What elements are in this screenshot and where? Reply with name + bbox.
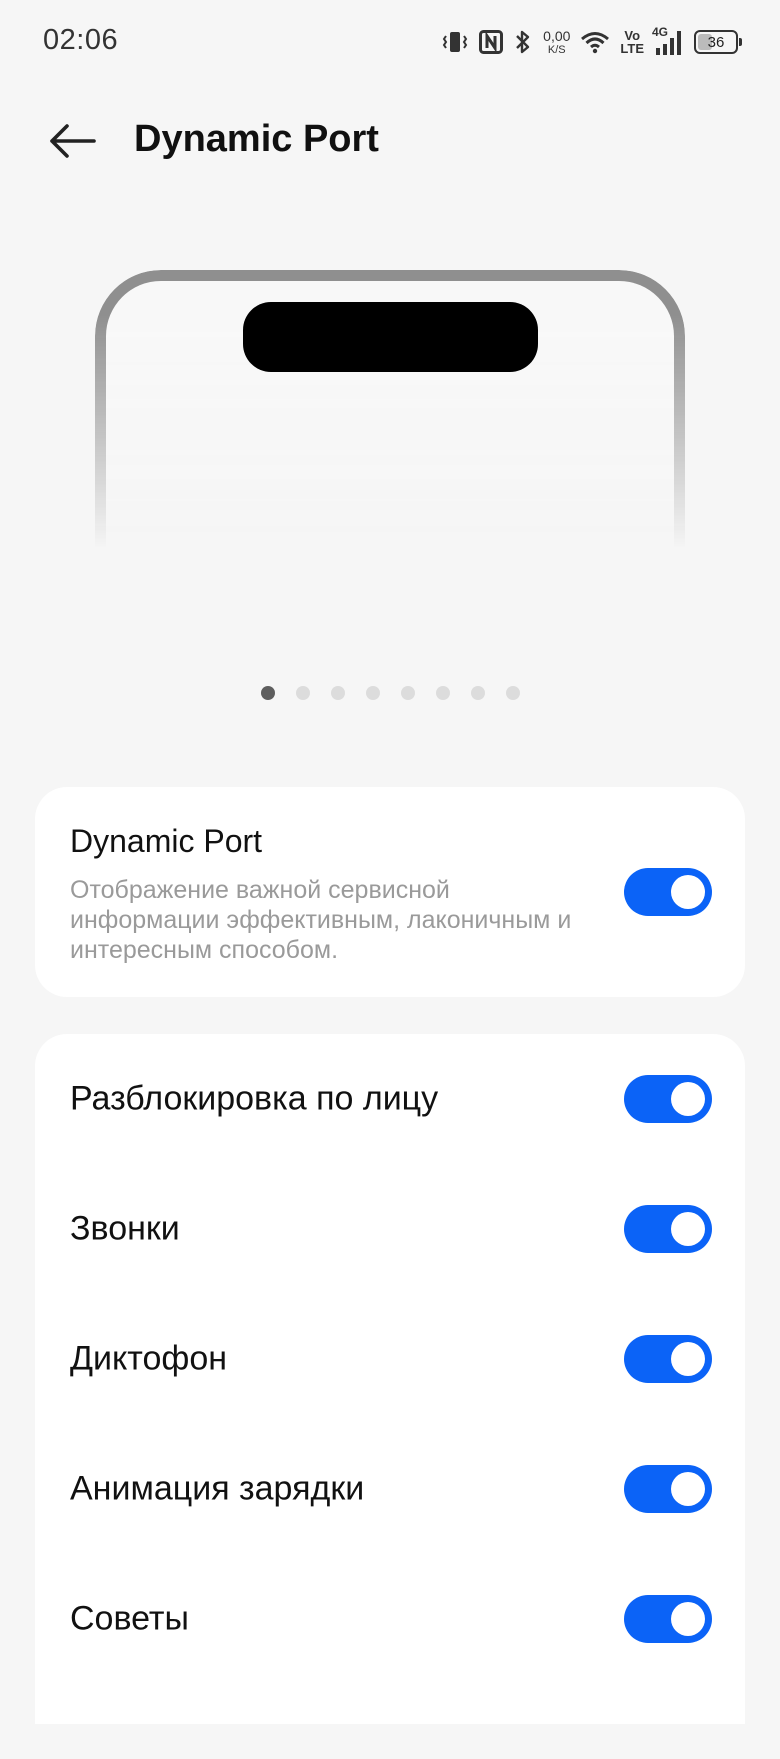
dynamic-port-description: Отображение важной сервисной информации … [70,876,572,964]
network-speed-unit: K/S [547,43,566,56]
setting-row-charging-animation[interactable]: Анимация зарядки [35,1424,745,1554]
arrow-left-icon [50,124,96,158]
wifi-icon [580,30,610,54]
volte-bottom: LTE [620,41,644,56]
page-dot-5[interactable] [400,686,415,700]
setting-label: Советы [70,1599,189,1638]
setting-row-tips[interactable]: Советы [35,1554,745,1684]
preview-page-indicator [0,686,780,700]
dynamic-port-toggle[interactable] [624,868,712,916]
network-type: 4G [652,25,669,39]
dynamic-port-card: Dynamic Port Отображение важной сервисно… [35,787,745,997]
setting-row-recorder[interactable]: Диктофон [35,1294,745,1424]
setting-label: Разблокировка по лицу [70,1079,439,1118]
network-speed-value: 0,00 [543,27,571,44]
dynamic-port-title: Dynamic Port [70,823,263,859]
page-dot-2[interactable] [295,686,310,700]
bluetooth-icon [513,29,533,55]
battery-level: 36 [707,33,725,51]
setting-row-face-unlock[interactable]: Разблокировка по лицу [35,1034,745,1164]
nfc-icon [479,30,504,54]
charging-animation-toggle[interactable] [624,1465,712,1513]
network-speed: 0,00 K/S [543,29,570,56]
header: Dynamic Port [0,96,780,186]
page-dot-6[interactable] [435,686,450,700]
page-dot-7[interactable] [470,686,485,700]
page-dot-3[interactable] [330,686,345,700]
battery-icon: 36 [694,30,742,54]
status-icons: 0,00 K/S Vo LTE 4G 36 [441,24,742,60]
status-bar: 02:06 0,00 K/S Vo LTE 4G 36 [0,0,780,84]
setting-row-calls[interactable]: Звонки [35,1164,745,1294]
page-dot-1[interactable] [260,686,275,700]
setting-label: Анимация зарядки [70,1469,365,1508]
recorder-toggle[interactable] [624,1335,712,1383]
tips-toggle[interactable] [624,1595,712,1643]
dynamic-port-pill [243,302,538,372]
settings-page: 02:06 0,00 K/S Vo LTE 4G 36 Dynamic Port… [0,0,780,1759]
setting-label: Звонки [70,1209,180,1248]
setting-label: Диктофон [70,1339,228,1378]
volte-indicator: Vo LTE [620,29,644,55]
signal-icon: 4G [652,25,684,57]
calls-toggle[interactable] [624,1205,712,1253]
features-list-card: Разблокировка по лицу Звонки Диктофон Ан… [35,1034,745,1724]
page-dot-4[interactable] [365,686,380,700]
feature-preview [95,270,685,570]
face-unlock-toggle[interactable] [624,1075,712,1123]
vibrate-icon [441,29,469,55]
back-button[interactable] [44,116,100,166]
page-dot-8[interactable] [505,686,520,700]
page-title: Dynamic Port [134,118,379,160]
status-time: 02:06 [43,24,119,56]
